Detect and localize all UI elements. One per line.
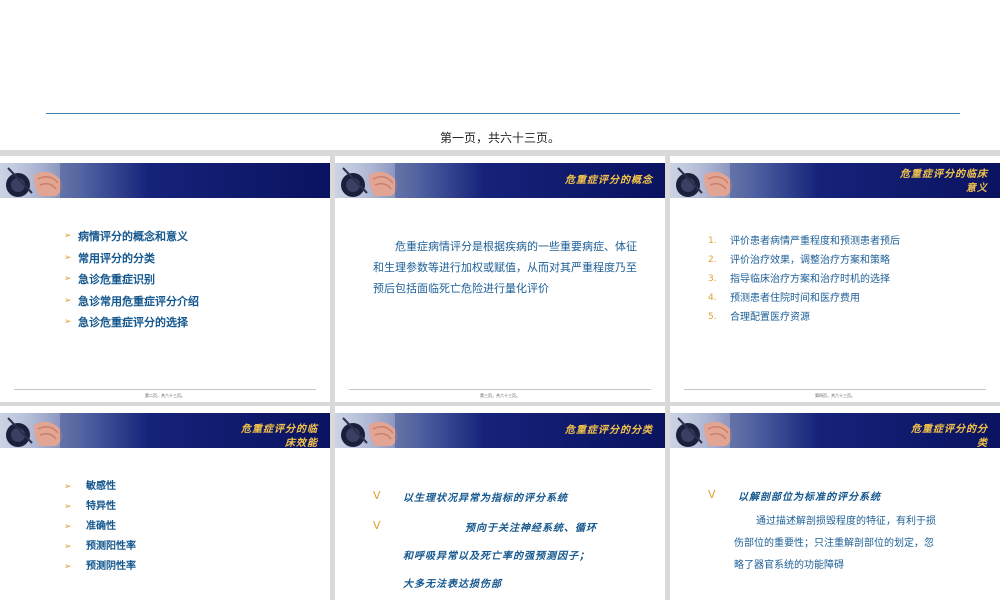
bullet-arrow-icon: ➢ <box>64 522 72 532</box>
paragraph-line: 预后包括面临死亡危险进行量化评价 <box>373 282 549 295</box>
slide-title-line: 危重症评分的临床 <box>900 169 988 180</box>
paragraph-line: 危重症病情评分是根据疾病的一些重要病症、体征 <box>395 240 637 253</box>
slide-title-line: 意义 <box>966 183 988 194</box>
list-item: 4. 预测患者住院时间和医疗费用 <box>708 289 998 308</box>
slide-banner: 危重症评分的分 类 <box>670 413 1000 451</box>
list-item: ➢ 预测阳性率 <box>64 537 136 557</box>
slide-title: 危重症评分的临 床效能 <box>241 423 318 451</box>
list-item: ➢ 敏感性 <box>64 477 136 497</box>
top-slide-area: 第一页，共六十三页。 <box>0 0 1000 150</box>
v-marker: V <box>373 489 381 502</box>
banner-photo <box>670 163 750 198</box>
slide-thumbnail-7[interactable]: 危重症评分的分 类 V 以解剖部位为标准的评分系统 通过描述解剖损毁程度的特征，… <box>670 406 1000 600</box>
slide-banner: 危重症评分的概念 <box>335 163 665 198</box>
slide-banner: 危重症评分的临 床效能 <box>0 413 330 451</box>
banner-photo <box>670 413 750 448</box>
slide-thumbnail-6[interactable]: 危重症评分的分类 V 以生理状况异常为指标的评分系统 V 预向于关注神经系统、循… <box>335 406 665 600</box>
bullet-arrow-icon: ➢ <box>64 295 72 306</box>
slide-footer: 第四页，共六十三页。 <box>815 393 855 398</box>
slide-thumbnail-5[interactable]: 危重症评分的临 床效能 ➢ 敏感性 ➢ 特异性 ➢ 准确性 ➢ 预测阳性率 ➢ 预测阴性率 <box>0 406 330 600</box>
paragraph-line: 略了器官系统的功能障碍 <box>734 560 844 571</box>
slide-title: 危重症评分的分类 <box>565 425 653 436</box>
body-line: 和呼吸异常以及死亡率的强预测因子； <box>403 551 590 562</box>
bullet-arrow-icon: ➢ <box>64 482 72 492</box>
banner-photo <box>335 163 415 198</box>
heading-line: 以生理状况异常为指标的评分系统 <box>403 493 568 504</box>
banner-photo <box>0 163 80 198</box>
list-item: ➢ 准确性 <box>64 517 136 537</box>
bullet-list: ➢ 敏感性 ➢ 特异性 ➢ 准确性 ➢ 预测阳性率 ➢ 预测阴性率 <box>64 477 136 577</box>
list-item: ➢ 急诊常用危重症评分介绍 <box>64 291 199 313</box>
slide-title-line: 危重症评分的临 <box>241 424 318 435</box>
list-number: 4. <box>708 293 717 303</box>
list-item: 2. 评价治疗效果，调整治疗方案和策略 <box>708 251 998 270</box>
bullet-arrow-icon: ➢ <box>64 231 72 241</box>
slide-title-line: 危重症评分的分 <box>911 424 988 435</box>
slide-title: 危重症评分的分 类 <box>911 423 988 451</box>
slide-divider <box>349 389 651 390</box>
numbered-list: 1. 评价患者病情严重程度和预测患者预后 2. 评价治疗效果，调整治疗方案和策略 3… <box>708 232 998 327</box>
slide-thumbnail-2[interactable]: ➢ 病情评分的概念和意义 ➢ 常用评分的分类 ➢ 急诊危重症识别 ➢ 急诊常用危重症评分… <box>0 156 330 402</box>
slide-banner <box>0 163 330 198</box>
slide-footer: 第三页，共六十三页。 <box>480 393 520 398</box>
slide-thumbnail-4[interactable]: 危重症评分的临床 意义 1. 评价患者病情严重程度和预测患者预后 2. 评价治疗效果… <box>670 156 1000 402</box>
list-item: ➢ 急诊危重症评分的选择 <box>64 312 199 334</box>
paragraph-line: 和生理参数等进行加权或赋值，从而对其严重程度乃至 <box>373 261 637 274</box>
slide-banner: 危重症评分的临床 意义 <box>670 163 1000 198</box>
slide-title: 危重症评分的临床 意义 <box>900 168 988 196</box>
v-marker: V <box>373 519 381 532</box>
slide-thumbnail-3[interactable]: 危重症评分的概念 危重症病情评分是根据疾病的一些重要病症、体征 和生理参数等进行… <box>335 156 665 402</box>
list-number: 2. <box>708 255 717 265</box>
paragraph: 危重症病情评分是根据疾病的一些重要病症、体征 和生理参数等进行加权或赋值，从而对… <box>373 236 663 299</box>
slide-footer: 第二页，共六十三页。 <box>145 393 185 398</box>
slide-divider <box>14 389 316 390</box>
bullet-arrow-icon: ➢ <box>64 542 72 552</box>
slide-title-line: 类 <box>977 438 988 449</box>
page-count: 第一页，共六十三页。 <box>439 131 560 145</box>
paragraph: 通过描述解剖损毁程度的特征，有利于损 伤部位的重要性；只注重解剖部位的划定，忽 … <box>734 511 999 577</box>
list-number: 3. <box>708 274 717 284</box>
banner-photo <box>335 413 415 448</box>
list-item: ➢ 特异性 <box>64 497 136 517</box>
v-marker: V <box>708 488 716 501</box>
banner-photo <box>0 413 80 448</box>
list-item: 5. 合理配置医疗资源 <box>708 308 998 327</box>
slide-title: 危重症评分的概念 <box>565 175 653 186</box>
bullet-arrow-icon: ➢ <box>64 274 72 284</box>
list-item: ➢ 预测阴性率 <box>64 557 136 577</box>
list-number: 1. <box>708 236 717 246</box>
bullet-arrow-icon: ➢ <box>64 252 72 263</box>
paragraph-line: 伤部位的重要性；只注重解剖部位的划定，忽 <box>734 538 934 549</box>
list-item: ➢ 急诊危重症识别 <box>64 269 199 291</box>
list-item: 3. 指导临床治疗方案和治疗时机的选择 <box>708 270 998 289</box>
body-line: 大多无法表达损伤部 <box>403 579 502 590</box>
slide-banner: 危重症评分的分类 <box>335 413 665 448</box>
bullet-list: ➢ 病情评分的概念和意义 ➢ 常用评分的分类 ➢ 急诊危重症识别 ➢ 急诊常用危重症评分… <box>64 226 199 334</box>
body-line: 预向于关注神经系统、循环 <box>465 523 597 534</box>
list-item: ➢ 病情评分的概念和意义 <box>64 226 199 248</box>
list-number: 5. <box>708 312 717 322</box>
slide-divider <box>684 389 986 390</box>
divider-line <box>46 113 960 114</box>
list-item: ➢ 常用评分的分类 <box>64 248 199 270</box>
bullet-arrow-icon: ➢ <box>64 562 72 572</box>
bullet-arrow-icon: ➢ <box>64 502 72 512</box>
bullet-arrow-icon: ➢ <box>64 317 72 327</box>
slide-title-line: 床效能 <box>285 438 318 449</box>
list-item: 1. 评价患者病情严重程度和预测患者预后 <box>708 232 998 251</box>
heading-line: 以解剖部位为标准的评分系统 <box>738 492 881 503</box>
paragraph-line: 通过描述解剖损毁程度的特征，有利于损 <box>756 516 936 527</box>
